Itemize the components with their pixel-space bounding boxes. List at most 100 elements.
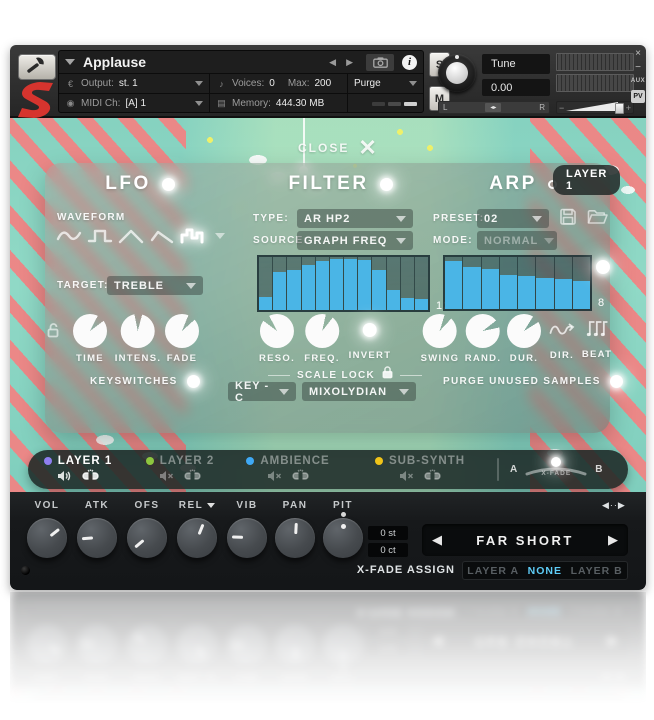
speaker-muted-icon[interactable] — [267, 469, 282, 487]
volume-handle[interactable] — [615, 103, 624, 114]
max-value[interactable]: 200 — [314, 78, 331, 89]
close-panel-button[interactable]: CLOSE ✕ — [298, 137, 377, 159]
beat-notes-icon[interactable] — [586, 319, 608, 338]
output-select[interactable]: € Output: st. 1 — [59, 74, 209, 93]
pitch-semitones-value[interactable]: 0 st — [368, 526, 408, 540]
arp-duration-knob[interactable]: DUR. — [507, 314, 541, 364]
arp-mode-select[interactable]: NORMAL — [477, 231, 557, 250]
rel-knob[interactable] — [177, 518, 217, 558]
speaker-muted-icon[interactable] — [159, 469, 174, 487]
purge-unused-light[interactable] — [609, 375, 623, 388]
tune-knob[interactable] — [438, 54, 476, 92]
arp-random-knob[interactable]: RAND. — [465, 314, 502, 364]
filter-resonance-knob[interactable]: RESO. — [259, 314, 295, 364]
knob-dial[interactable] — [305, 314, 339, 348]
tab-layer-1[interactable]: LAYER 1 — [30, 455, 126, 487]
prev-instrument-arrow[interactable]: ◀ — [329, 57, 336, 68]
lfo-target-select[interactable]: TREBLE — [107, 276, 203, 295]
xfade-arc-slider[interactable]: X-FADE — [525, 457, 587, 479]
articulation-prev-arrow[interactable]: ◀ — [432, 532, 442, 548]
knob-dial[interactable] — [507, 314, 541, 348]
purge-unused-samples-toggle[interactable]: PURGE UNUSED SAMPLES — [443, 375, 623, 388]
xfade-assign-layer-b[interactable]: LAYER B — [571, 565, 623, 577]
arp-steps-count[interactable]: 8 — [598, 297, 605, 309]
pan-knob[interactable] — [275, 518, 315, 558]
scale-select[interactable]: MIXOLYDIAN — [302, 382, 416, 401]
sine-wave-icon[interactable] — [55, 225, 82, 246]
speaker-on-icon[interactable] — [57, 469, 72, 487]
pan-center-handle[interactable]: ◂▸ — [485, 103, 502, 112]
knob-dial[interactable] — [260, 314, 294, 348]
filter-source-select[interactable]: GRAPH FREQ — [297, 231, 413, 250]
volume-plus[interactable]: + — [626, 103, 631, 113]
key-select[interactable]: KEY - C — [228, 380, 296, 404]
nav-right-icon[interactable]: ▶ — [618, 500, 626, 510]
lfo-time-knob[interactable]: TIME — [73, 314, 107, 364]
arp-graph-handle-light[interactable] — [596, 260, 610, 274]
purge-menu[interactable]: Purge — [347, 74, 423, 93]
xfade-assign-none[interactable]: NONE — [528, 565, 562, 577]
minimize-window-button[interactable]: − — [635, 62, 641, 73]
offset-knob-block[interactable]: OFS — [127, 500, 167, 558]
unlink-icon[interactable] — [291, 469, 310, 487]
volume-minus[interactable]: − — [559, 103, 564, 113]
triangle-wave-icon[interactable] — [117, 225, 144, 246]
keyswitches-toggle[interactable]: KEYSWITCHES — [90, 375, 200, 388]
layer-badge[interactable]: LAYER 1 — [553, 165, 621, 195]
page-nav-glyph[interactable]: ◀··▶ — [602, 500, 626, 511]
atk-knob[interactable] — [77, 518, 117, 558]
filter-step-graph[interactable] — [257, 255, 430, 312]
save-preset-icon[interactable] — [559, 208, 577, 231]
unlink-icon[interactable] — [423, 469, 442, 487]
filter-frequency-knob[interactable]: FREQ. — [304, 314, 340, 364]
release-knob-block[interactable]: REL — [177, 500, 217, 558]
pv-button[interactable]: PV — [631, 90, 645, 103]
filter-enable-light[interactable] — [379, 177, 393, 191]
lfo-enable-light[interactable] — [161, 177, 175, 191]
release-menu-caret[interactable] — [207, 503, 216, 508]
tab-ambience[interactable]: AMBIENCE — [236, 455, 340, 487]
arp-beat-control[interactable]: BEAT — [582, 319, 612, 360]
lfo-fade-knob[interactable]: FADE — [165, 314, 199, 364]
knob-dial[interactable] — [422, 314, 457, 348]
speaker-muted-icon[interactable] — [399, 469, 414, 487]
vol-knob[interactable] — [27, 518, 67, 558]
vib-knob[interactable] — [227, 518, 267, 558]
tab-sub-synth[interactable]: SUB-SYNTH — [368, 455, 472, 487]
pit-knob[interactable] — [323, 518, 363, 558]
xfade-assign-layer-a[interactable]: LAYER A — [467, 565, 519, 577]
pitch-cents-value[interactable]: 0 ct — [368, 543, 408, 557]
volume-slider[interactable]: − + — [556, 101, 634, 114]
unlink-icon[interactable] — [183, 469, 202, 487]
knob-dial[interactable] — [120, 314, 155, 348]
invert-light[interactable] — [362, 323, 377, 337]
filter-invert-toggle[interactable]: INVERT — [349, 323, 392, 361]
knob-dial[interactable] — [165, 314, 199, 348]
pan-knob-block[interactable]: PAN — [275, 500, 315, 558]
instrument-collapse-caret[interactable] — [65, 59, 75, 65]
next-instrument-arrow[interactable]: ▶ — [346, 57, 353, 68]
lfo-intensity-knob[interactable]: INTENS. — [115, 314, 162, 364]
tune-value[interactable]: 0.00 — [482, 79, 550, 96]
attack-knob-block[interactable]: ATK — [77, 500, 117, 558]
saw-wave-icon[interactable] — [148, 225, 175, 246]
filter-type-select[interactable]: AR HP2 — [297, 209, 413, 228]
unlink-icon[interactable] — [81, 469, 100, 487]
random-wave-icon[interactable] — [179, 225, 206, 246]
knob-dial[interactable] — [73, 314, 107, 348]
keyswitches-light[interactable] — [186, 375, 200, 388]
direction-squiggle-icon[interactable] — [549, 321, 576, 338]
aux-button[interactable]: AUX — [631, 76, 645, 87]
articulation-selector[interactable]: ◀ FAR SHORT ▶ — [422, 524, 628, 556]
midi-channel-select[interactable]: ◉ MIDI Ch: [A] 1 — [59, 94, 209, 112]
waveform-menu-caret[interactable] — [215, 233, 225, 239]
arp-direction-control[interactable]: DIR. — [549, 321, 576, 361]
knob-dial[interactable] — [466, 314, 500, 348]
articulation-next-arrow[interactable]: ▶ — [608, 532, 618, 548]
ofs-knob[interactable] — [127, 518, 167, 558]
close-window-button[interactable]: × — [635, 48, 641, 59]
tab-layer-2[interactable]: LAYER 2 — [132, 455, 228, 487]
vibrato-knob-block[interactable]: VIB — [227, 500, 267, 558]
pan-slider[interactable]: L ◂▸ R — [438, 101, 550, 114]
edit-wrench-button[interactable] — [18, 54, 56, 80]
